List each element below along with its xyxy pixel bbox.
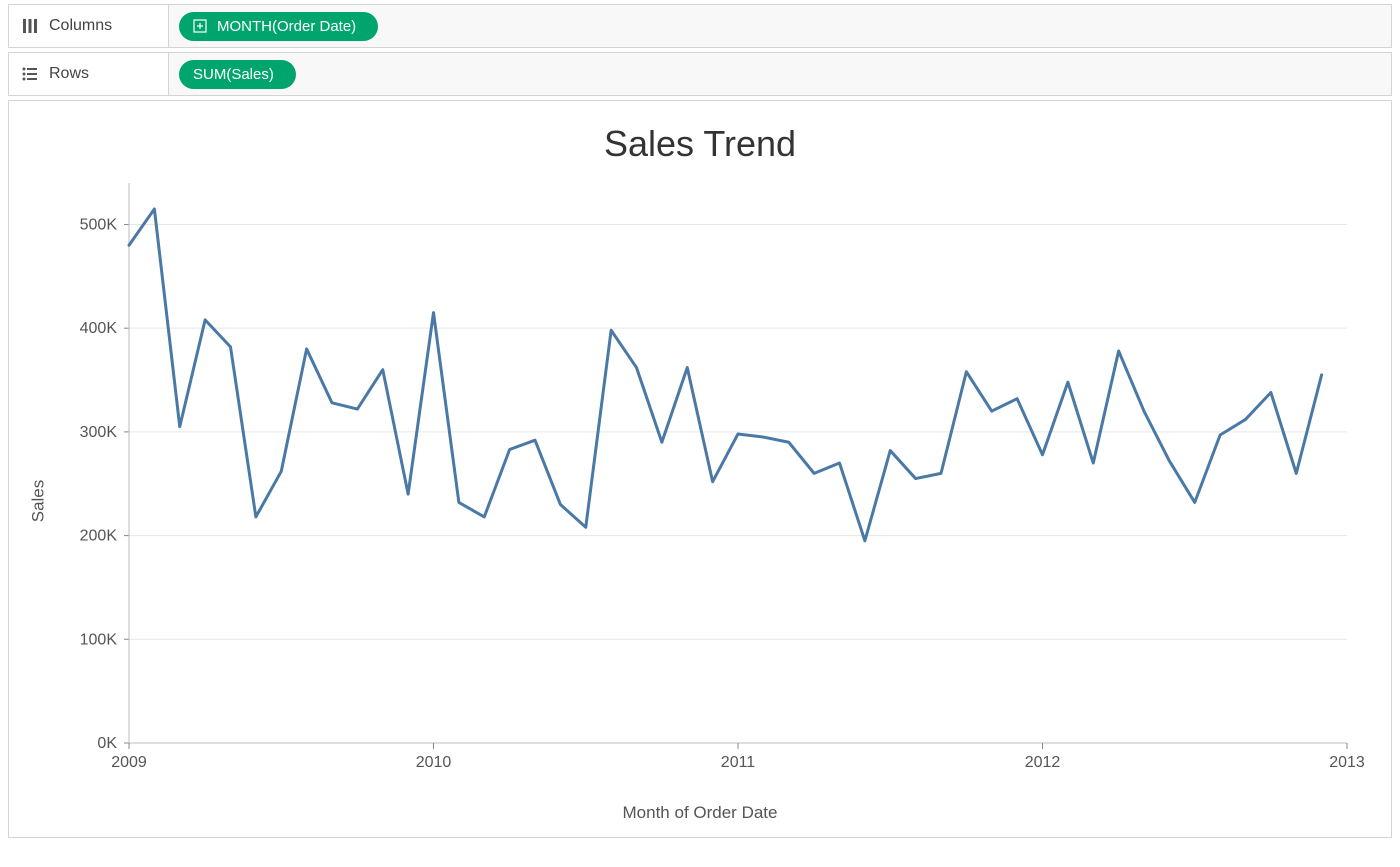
columns-shelf-label: Columns <box>49 17 112 35</box>
svg-text:2013: 2013 <box>1329 754 1365 771</box>
columns-pill[interactable]: MONTH(Order Date) <box>179 12 378 41</box>
shelf-container: Columns MONTH(Order Date) <box>0 4 1400 96</box>
rows-pill[interactable]: SUM(Sales) <box>179 60 296 89</box>
columns-pill-label: MONTH(Order Date) <box>217 18 356 35</box>
x-axis-label: Month of Order Date <box>623 803 778 823</box>
svg-text:2012: 2012 <box>1025 754 1061 771</box>
rows-shelf[interactable]: Rows SUM(Sales) <box>8 52 1392 96</box>
svg-text:200K: 200K <box>80 528 118 545</box>
svg-text:500K: 500K <box>80 216 118 233</box>
chart-area[interactable]: Sales 0K 100K 200K 300K 400K 500K 2009 2010 2011… <box>9 173 1391 829</box>
rows-pill-label: SUM(Sales) <box>193 66 274 83</box>
columns-icon <box>21 17 39 35</box>
svg-text:2009: 2009 <box>111 754 147 771</box>
rows-shelf-label: Rows <box>49 65 89 83</box>
columns-shelf[interactable]: Columns MONTH(Order Date) <box>8 4 1392 48</box>
svg-text:300K: 300K <box>80 424 118 441</box>
columns-pill-area[interactable]: MONTH(Order Date) <box>169 5 1391 47</box>
svg-text:100K: 100K <box>80 631 118 648</box>
svg-text:400K: 400K <box>80 320 118 337</box>
expand-icon[interactable] <box>193 19 207 33</box>
rows-icon <box>21 65 39 83</box>
rows-pill-area[interactable]: SUM(Sales) <box>169 53 1391 95</box>
chart-title: Sales Trend <box>9 101 1391 173</box>
rows-shelf-label-cell: Rows <box>9 53 169 95</box>
line-chart[interactable]: 0K 100K 200K 300K 400K 500K 2009 2010 2011 2012 20… <box>9 173 1377 803</box>
y-axis-label: Sales <box>28 480 48 523</box>
svg-text:0K: 0K <box>97 735 117 752</box>
svg-text:2010: 2010 <box>416 754 452 771</box>
chart-panel: Sales Trend Sales 0K 100K 200K 300K 400K 500K… <box>8 100 1392 838</box>
svg-text:2011: 2011 <box>721 754 756 771</box>
columns-shelf-label-cell: Columns <box>9 5 169 47</box>
